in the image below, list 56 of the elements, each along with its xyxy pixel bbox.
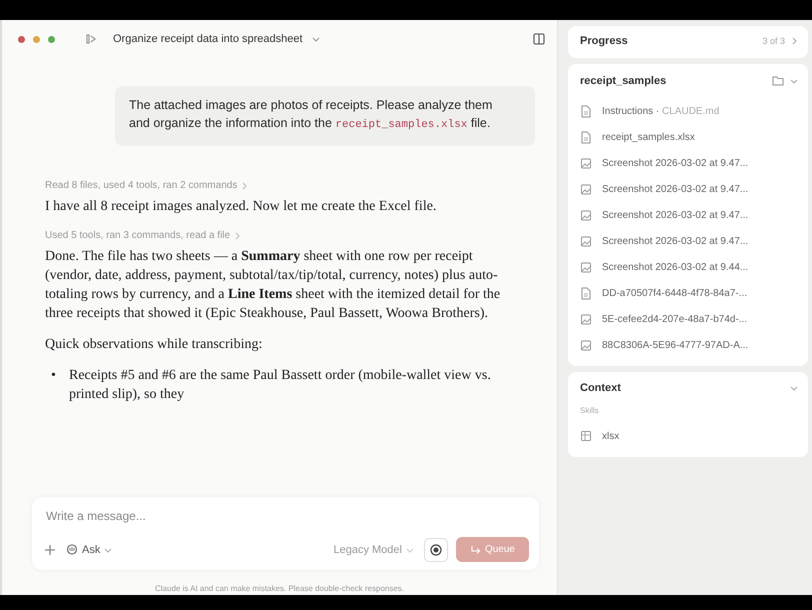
assistant-paragraph: Quick observations while transcribing: (45, 336, 264, 354)
bullet-marker: • (50, 367, 57, 385)
folder-name: receipt_samples (580, 75, 666, 87)
file-item[interactable]: 5E-cefee2d4-207e-48a7-b74d-... (580, 306, 798, 332)
message-input[interactable]: Write a message... (44, 508, 533, 524)
chevron-right-icon (791, 36, 798, 46)
file-item[interactable]: receipt_samples.xlsx (580, 124, 798, 150)
image-file-icon (580, 260, 592, 274)
attach-button[interactable] (44, 544, 56, 556)
file-item[interactable]: DD-a70507f4-6448-4f78-84a7-... (580, 280, 798, 306)
chevron-down-icon (104, 546, 112, 554)
progress-title: Progress (580, 35, 628, 47)
assistant-paragraph: I have all 8 receipt images analyzed. Now let me create the Excel file. (45, 198, 438, 216)
image-file-icon (580, 234, 592, 248)
file-item[interactable]: Screenshot 2026-03-02 at 9.44... (580, 254, 798, 280)
chevron-right-icon (234, 230, 242, 240)
document-icon (580, 104, 592, 118)
folder-icon (772, 75, 784, 87)
window-title: Organize receipt data into spreadsheet (113, 33, 303, 45)
window-control[interactable] (48, 36, 55, 42)
chevron-down-icon (406, 546, 414, 554)
image-file-icon (580, 338, 592, 352)
skill-item[interactable]: xlsx (580, 423, 798, 449)
sidebar-toggle-icon[interactable] (85, 32, 97, 46)
file-item[interactable]: Screenshot 2026-03-02 at 9.47... (580, 176, 798, 202)
image-file-icon (580, 182, 592, 196)
window-control[interactable] (18, 36, 25, 42)
bullet-item: Receipts #5 and #6 are the same Paul Bassett order (mobile-wallet view vs. printed slip), so they (69, 367, 492, 404)
plus-icon (44, 544, 56, 556)
document-icon (580, 130, 592, 144)
chevron-right-icon (241, 180, 248, 190)
chevron-down-icon (790, 77, 798, 85)
disclaimer-text: Claude is AI and can make mistakes. Please double-check responses. (154, 584, 406, 593)
file-item[interactable]: 88C8306A-5E96-4777-97AD-A... (580, 332, 798, 358)
window-control[interactable] (33, 36, 40, 42)
user-message: The attached images are photos of receipts. Please analyze them and organize the information into the receipt_samples.xlsx file. (115, 86, 535, 146)
mode-dropdown[interactable]: Ask (64, 541, 114, 558)
file-item[interactable]: Screenshot 2026-03-02 at 9.47... (580, 228, 798, 254)
assistant-paragraph: Done. The file has two sheets — a Summary sheet with one row per receipt (vendor, date, address, payment, subtotal/tax/tip/total, currency, notes) plus auto-totaling rows by currency, and a Line Items sheet with the itemized detail for the three receipts that showed it (Epic Steakhouse, Paul Bassett, Woowa Brothers). (45, 248, 502, 323)
file-item[interactable]: Screenshot 2026-03-02 at 9.47... (580, 150, 798, 176)
progress-count: 3 of 3 (762, 36, 785, 46)
chevron-down-icon (310, 34, 321, 44)
section-label: Skills (580, 406, 600, 415)
context-title: Context (580, 382, 621, 394)
spreadsheet-icon (580, 430, 592, 442)
document-icon (580, 286, 592, 300)
chevron-down-icon (790, 384, 798, 392)
file-item[interactable]: Screenshot 2026-03-02 at 9.47... (580, 202, 798, 228)
image-file-icon (580, 208, 592, 222)
record-icon (430, 544, 442, 556)
enter-icon (470, 544, 481, 554)
record-button[interactable] (424, 538, 448, 562)
file-item[interactable]: Instructions · CLAUDE.md (580, 98, 798, 124)
image-file-icon (580, 156, 592, 170)
panel-toggle-icon[interactable] (533, 33, 545, 45)
image-file-icon (580, 312, 592, 326)
